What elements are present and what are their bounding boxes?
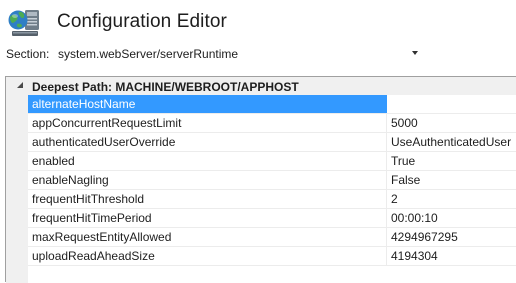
- property-row[interactable]: enabled True: [28, 152, 516, 171]
- property-value[interactable]: 4194304: [388, 247, 516, 265]
- section-selector-row: Section: system.webServer/serverRuntime: [0, 43, 516, 65]
- property-row[interactable]: alternateHostName: [28, 95, 516, 114]
- property-name[interactable]: authenticatedUserOverride: [28, 133, 387, 151]
- property-group-header[interactable]: Deepest Path: MACHINE/WEBROOT/APPHOST: [6, 77, 516, 95]
- property-value[interactable]: [388, 95, 516, 113]
- property-name[interactable]: uploadReadAheadSize: [28, 247, 387, 265]
- section-dropdown[interactable]: system.webServer/serverRuntime: [53, 44, 421, 63]
- page-header: Configuration Editor: [0, 0, 516, 42]
- property-row[interactable]: frequentHitTimePeriod 00:00:10: [28, 209, 516, 228]
- property-value[interactable]: 5000: [388, 114, 516, 132]
- property-row[interactable]: maxRequestEntityAllowed 4294967295: [28, 228, 516, 247]
- property-row[interactable]: frequentHitThreshold 2: [28, 190, 516, 209]
- section-dropdown-value: system.webServer/serverRuntime: [58, 47, 239, 61]
- property-name[interactable]: maxRequestEntityAllowed: [28, 228, 387, 246]
- property-name[interactable]: appConcurrentRequestLimit: [28, 114, 387, 132]
- section-label: Section:: [6, 47, 50, 61]
- property-value[interactable]: UseAuthenticatedUser: [388, 133, 516, 151]
- property-row[interactable]: authenticatedUserOverride UseAuthenticate…: [28, 133, 516, 152]
- property-row[interactable]: appConcurrentRequestLimit 5000: [28, 114, 516, 133]
- property-grid: Deepest Path: MACHINE/WEBROOT/APPHOST al…: [5, 76, 516, 283]
- property-name[interactable]: enabled: [28, 152, 387, 170]
- property-value[interactable]: True: [388, 152, 516, 170]
- chevron-down-icon[interactable]: [412, 51, 418, 55]
- property-name[interactable]: alternateHostName: [28, 95, 387, 113]
- page-title: Configuration Editor: [57, 11, 227, 32]
- property-value[interactable]: 2: [388, 190, 516, 208]
- property-group-title: Deepest Path: MACHINE/WEBROOT/APPHOST: [32, 80, 299, 94]
- property-row[interactable]: uploadReadAheadSize 4194304: [28, 247, 516, 266]
- configuration-editor-icon: [8, 10, 39, 36]
- property-name[interactable]: frequentHitThreshold: [28, 190, 387, 208]
- property-name[interactable]: frequentHitTimePeriod: [28, 209, 387, 227]
- property-value[interactable]: 4294967295: [388, 228, 516, 246]
- property-grid-gutter: [6, 95, 28, 283]
- property-row[interactable]: enableNagling False: [28, 171, 516, 190]
- property-value[interactable]: 00:00:10: [388, 209, 516, 227]
- property-rows: alternateHostName appConcurrentRequestLim…: [28, 95, 516, 266]
- collapse-triangle-icon[interactable]: [16, 81, 24, 89]
- property-name[interactable]: enableNagling: [28, 171, 387, 189]
- property-value[interactable]: False: [388, 171, 516, 189]
